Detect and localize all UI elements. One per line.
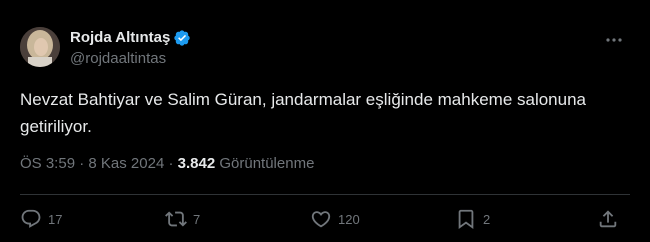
author-display-name[interactable]: Rojda Altıntaş (70, 29, 170, 47)
bookmark-icon (455, 208, 477, 230)
views-label: Görüntülenme (219, 155, 315, 172)
author-handle[interactable]: @rojdaaltintas (70, 50, 166, 68)
tweet-text: Nevzat Bahtiyar ve Salim Güran, jandarma… (20, 90, 587, 136)
tweet-date[interactable]: 8 Kas 2024 (88, 155, 164, 172)
repost-button[interactable]: 7 (165, 207, 200, 231)
more-options-icon[interactable] (602, 30, 626, 50)
share-button[interactable] (597, 207, 619, 231)
bookmark-count: 2 (483, 211, 491, 227)
tweet-meta: ÖS 3:59 · 8 Kas 2024 · 3.842 Görüntülenm… (20, 155, 314, 173)
reply-button[interactable]: 17 (20, 207, 62, 231)
like-button[interactable]: 120 (310, 207, 360, 231)
bookmark-button[interactable]: 2 (455, 207, 490, 231)
verified-badge-icon (173, 29, 191, 47)
action-bar: 17 7 120 2 (20, 207, 630, 231)
avatar[interactable] (20, 27, 60, 67)
tweet-time[interactable]: ÖS 3:59 (20, 155, 75, 172)
like-count: 120 (338, 211, 360, 227)
meta-separator: · (79, 155, 85, 172)
share-icon (597, 208, 619, 230)
repost-icon (165, 208, 187, 230)
reply-icon (20, 208, 42, 230)
like-icon (310, 208, 332, 230)
meta-separator: · (168, 155, 174, 172)
reply-count: 17 (48, 211, 63, 227)
repost-count: 7 (193, 211, 201, 227)
divider (20, 194, 630, 195)
author-name-row[interactable]: Rojda Altıntaş (70, 29, 191, 47)
tweet-card: Rojda Altıntaş @rojdaaltintas Nevzat Bah… (0, 0, 650, 242)
views-count[interactable]: 3.842 (178, 155, 216, 172)
